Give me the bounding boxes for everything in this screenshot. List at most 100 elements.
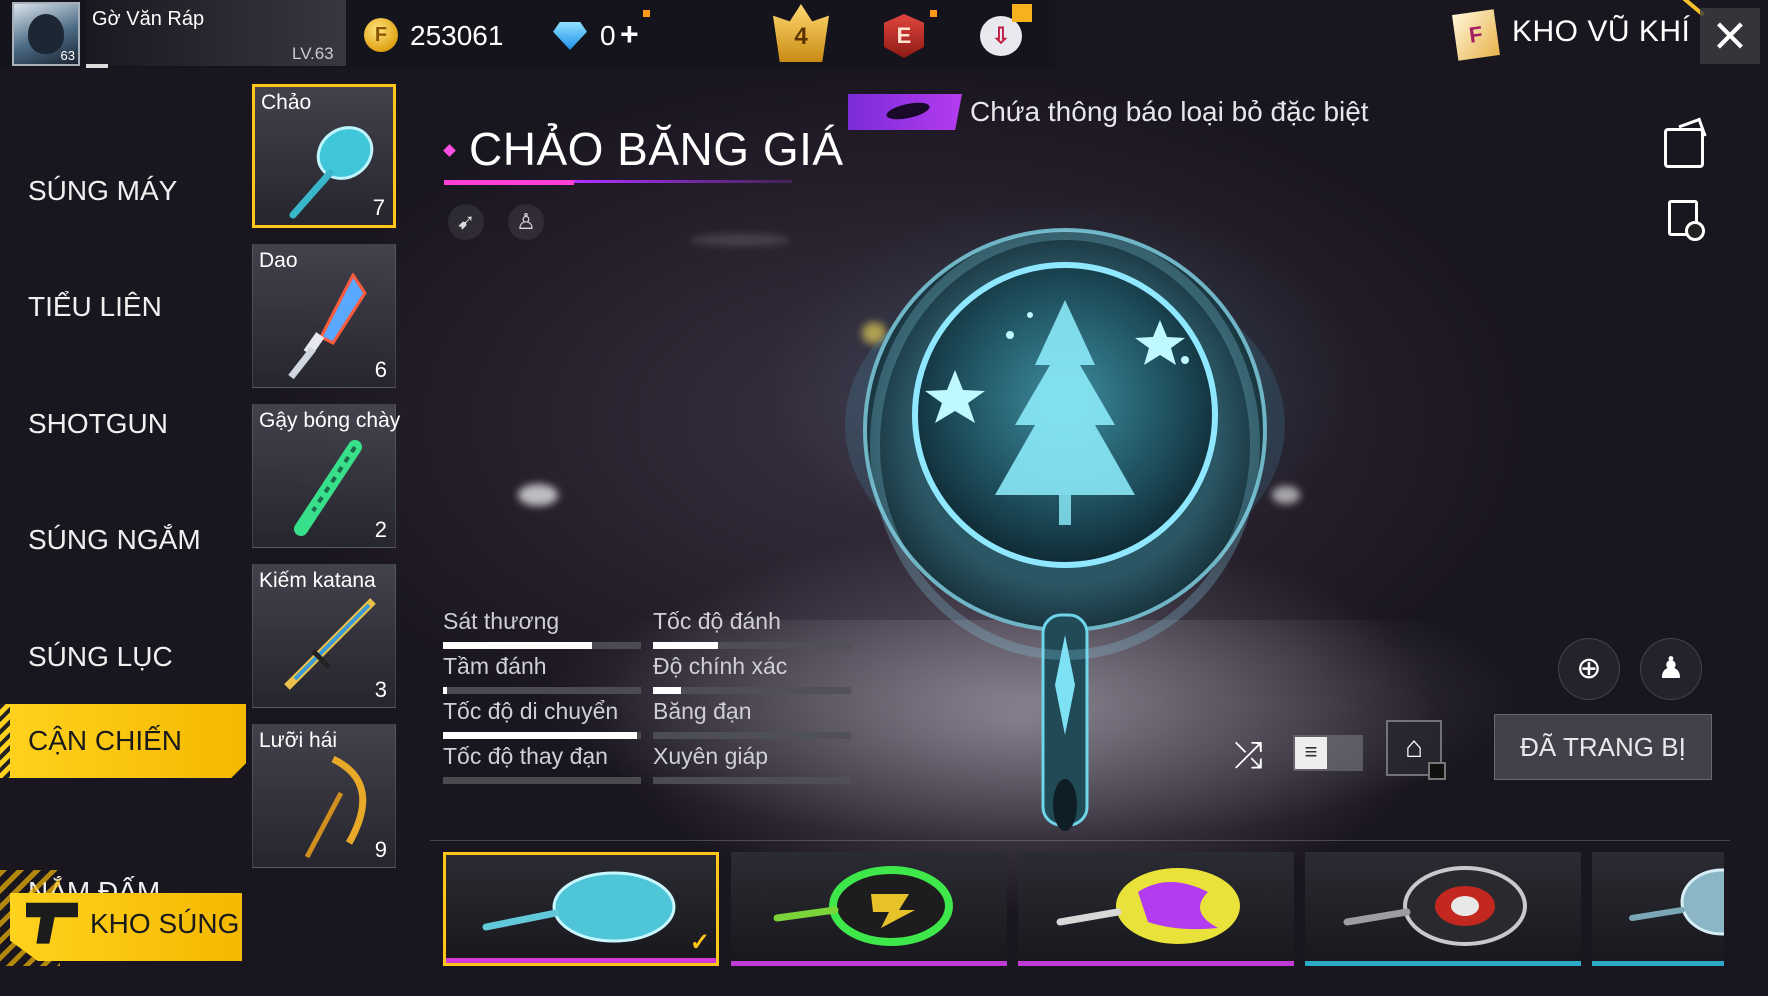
rarity-bar (731, 961, 1007, 966)
player-level: LV.63 (292, 44, 334, 63)
stat-magazine: Băng đạn (653, 698, 853, 739)
weapon-preview[interactable] (835, 225, 1295, 870)
stat-bar (443, 642, 641, 649)
category-pistol[interactable]: SÚNG LỤC (0, 620, 246, 694)
stat-bar (653, 687, 851, 694)
detail-search-icon[interactable] (1668, 200, 1705, 241)
player-name: Gờ Văn Ráp (92, 8, 205, 30)
cloud-download-icon[interactable]: ⇩ (980, 16, 1022, 56)
toggle-knob: ≡ (1295, 737, 1327, 769)
skin-slot-target[interactable] (1305, 852, 1581, 966)
diamond-amount: 0 (600, 20, 616, 51)
close-button[interactable]: × (1700, 3, 1760, 68)
stat-move-speed: Tốc độ di chuyển (443, 698, 643, 739)
gold-amount: 253061 (410, 20, 504, 51)
katana-icon (284, 598, 376, 690)
stat-bar (653, 732, 851, 739)
player-avatar[interactable]: 63 (12, 2, 80, 66)
rarity-bar (446, 958, 716, 963)
category-sniper[interactable]: SÚNG NGẮM (0, 503, 246, 577)
attribute-tag-icon[interactable]: ➹ (448, 204, 484, 240)
share-icon[interactable] (1664, 128, 1704, 168)
stat-bar (443, 732, 641, 739)
gift-icon (1012, 4, 1032, 22)
weapon-type-count: 3 (374, 677, 387, 702)
character-preview-button[interactable]: ♟ (1640, 638, 1702, 700)
category-shotgun[interactable]: SHOTGUN (0, 387, 246, 461)
character-icon: ♟ (1657, 652, 1685, 685)
top-bar: 63 Gờ Văn Ráp LV.63 F 253061 0 + 4 E ⇩ F… (0, 0, 1768, 70)
graffiti-pan-skin-icon (1056, 868, 1240, 944)
weapon-type-bat[interactable]: Gậy bóng chày 2 (252, 404, 400, 548)
stat-label: Băng đạn (653, 698, 752, 724)
avatar-level: 63 (60, 48, 75, 63)
stat-fill (653, 642, 719, 649)
stat-fill (443, 642, 592, 649)
target-pan-skin-icon (1343, 866, 1527, 946)
stat-bar (443, 777, 641, 784)
title-underline-accent (444, 180, 574, 185)
notification-dot (930, 10, 937, 17)
stat-label: Tốc độ di chuyển (443, 698, 619, 724)
weapon-type-knife[interactable]: Dao 6 (252, 244, 396, 388)
scythe-icon (304, 755, 367, 859)
weapon-type-pan[interactable]: Chảo 7 (252, 84, 396, 228)
weapon-type-scythe[interactable]: Lưỡi hái 9 (252, 724, 396, 868)
armory-book-icon: F (1452, 9, 1500, 61)
stat-label: Sát thương (443, 608, 560, 634)
stat-label: Tầm đánh (443, 653, 547, 679)
stat-label: Xuyên giáp (653, 743, 769, 769)
pan-icon (289, 126, 374, 219)
baseball-bat-icon (294, 440, 362, 536)
weapon-type-count: 2 (374, 517, 387, 542)
stat-bar (653, 642, 851, 649)
ice-pan-skin-icon (482, 871, 676, 943)
weapon-type-name: Chảo (261, 91, 312, 114)
weapon-title: CHẢO BĂNG GIÁ (469, 123, 844, 175)
gun-storage-label: KHO SÚNG (90, 908, 240, 939)
skin-slot-partial[interactable] (1592, 852, 1764, 966)
random-toggle[interactable]: ≡ (1293, 735, 1363, 771)
avatar-face (28, 14, 64, 54)
shuffle-icon[interactable]: ⤮ (1234, 734, 1263, 777)
notice-text: Chứa thông báo loại bỏ đặc biệt (970, 96, 1369, 127)
close-icon: × (1713, 3, 1747, 68)
weapon-type-name: Gậy bóng chày (259, 409, 401, 432)
gold-coin-icon: F (364, 18, 398, 52)
stat-label: Tốc độ đánh (653, 608, 781, 634)
topup-plus-button[interactable]: + (620, 16, 639, 53)
weapon-type-count: 7 (372, 195, 385, 220)
stat-accuracy: Độ chính xác (653, 653, 853, 694)
stat-fill (443, 687, 447, 694)
weapon-type-name: Dao (259, 249, 298, 272)
weapon-type-name: Kiếm katana (259, 569, 376, 592)
skin-slot-ice[interactable]: ✓ (443, 852, 719, 966)
stat-reload-speed: Tốc độ thay đạn (443, 743, 643, 784)
rarity-bar (1305, 961, 1581, 966)
stat-attack-speed: Tốc độ đánh (653, 608, 853, 649)
weapon-type-katana[interactable]: Kiếm katana 3 (252, 564, 396, 708)
stat-armor-penetration: Xuyên giáp (653, 743, 853, 784)
zoom-in-button[interactable]: ⊕ (1558, 638, 1620, 700)
category-sidebar: SÚNG MÁY TIỂU LIÊN SHOTGUN SÚNG NGẮM SÚN… (0, 90, 248, 990)
rarity-bar (1592, 961, 1724, 966)
zoom-in-icon: ⊕ (1576, 652, 1602, 685)
category-machine-gun[interactable]: SÚNG MÁY (0, 154, 246, 228)
rarity-bar (1018, 961, 1294, 966)
skin-slot-graffiti[interactable] (1018, 852, 1294, 966)
stat-fill (653, 687, 681, 694)
stat-fill (443, 732, 638, 739)
skin-slot-green[interactable] (731, 852, 1007, 966)
weapon-type-count: 6 (374, 357, 387, 382)
character-tag-icon[interactable]: ♙ (508, 204, 544, 240)
stat-label: Tốc độ thay đạn (443, 743, 608, 769)
weapon-type-name: Lưỡi hái (259, 729, 338, 752)
category-melee[interactable]: CẬN CHIẾN (0, 704, 246, 778)
stat-damage: Sát thương (443, 608, 643, 649)
equipped-button[interactable]: ĐÃ TRANG BỊ (1494, 714, 1712, 780)
notification-dot (643, 10, 650, 17)
stat-bar (653, 777, 851, 784)
showcase-home-icon[interactable]: ⌂ (1386, 720, 1446, 780)
bokeh-light (518, 484, 558, 506)
category-smg[interactable]: TIỂU LIÊN (0, 270, 246, 344)
